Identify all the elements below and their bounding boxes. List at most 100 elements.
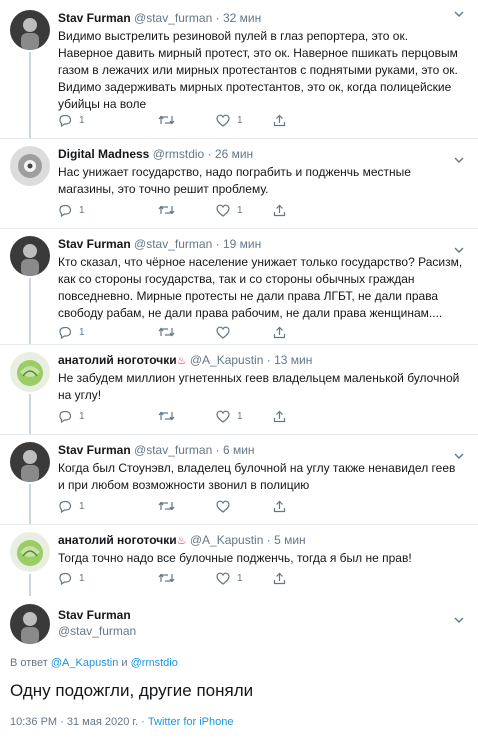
reply-count: 1 bbox=[79, 411, 85, 422]
like-icon bbox=[216, 114, 230, 127]
author-handle[interactable]: @stav_furman bbox=[134, 11, 212, 25]
timestamp[interactable]: 19 мин bbox=[223, 237, 261, 251]
author-handle[interactable]: @stav_furman bbox=[58, 624, 136, 638]
like-count: 1 bbox=[237, 573, 243, 584]
tweet-text: Нас унижает государство, надо пограбить … bbox=[58, 165, 411, 196]
share-button[interactable] bbox=[273, 410, 286, 423]
reply-count: 1 bbox=[79, 205, 85, 216]
timestamp[interactable]: 26 мин bbox=[215, 147, 253, 161]
tweet-datetime[interactable]: 10:36 PM · 31 мая 2020 г. · bbox=[10, 716, 145, 728]
reply-button[interactable]: 1 bbox=[58, 572, 85, 585]
avatar[interactable] bbox=[10, 352, 50, 392]
tweet-header: Stav Furman @stav_furman · 32 мин bbox=[58, 10, 261, 26]
retweet-button[interactable] bbox=[158, 326, 182, 338]
share-button[interactable] bbox=[273, 326, 286, 339]
reply-button[interactable]: 1 bbox=[58, 500, 85, 513]
tweet-header: анатолий ноготочки♨ @A_Kapustin · 13 мин bbox=[58, 352, 312, 369]
separator: · bbox=[215, 237, 220, 251]
mention-link[interactable]: @rmstdio bbox=[131, 657, 178, 669]
like-icon bbox=[216, 500, 230, 513]
reply-button[interactable]: 1 bbox=[58, 114, 85, 127]
author-handle[interactable]: @stav_furman bbox=[134, 443, 212, 457]
retweet-button[interactable] bbox=[158, 500, 182, 512]
share-icon bbox=[273, 204, 286, 217]
reply-button[interactable]: 1 bbox=[58, 410, 85, 423]
avatar[interactable] bbox=[10, 604, 50, 644]
tweet[interactable]: анатолий ноготочки♨ @A_Kapustin · 5 мин … bbox=[0, 524, 478, 596]
tweet-text: Когда был Стоунэвл, владелец булочной на… bbox=[58, 461, 456, 492]
share-button[interactable] bbox=[273, 114, 286, 127]
reply-button[interactable]: 1 bbox=[58, 204, 85, 217]
divider bbox=[0, 344, 478, 345]
author-name[interactable]: Stav Furman bbox=[58, 237, 131, 251]
reply-count: 1 bbox=[79, 501, 85, 512]
like-icon bbox=[216, 326, 230, 339]
separator: · bbox=[266, 533, 271, 547]
tweet-meta: 10:36 PM · 31 мая 2020 г. · Twitter for … bbox=[10, 716, 233, 728]
author-handle[interactable]: @A_Kapustin bbox=[190, 353, 264, 367]
like-button[interactable]: 1 bbox=[216, 114, 243, 127]
author-name[interactable]: Digital Madness bbox=[58, 147, 149, 161]
tweet-text: Видимо выстрелить резиновой пулей в глаз… bbox=[58, 29, 458, 111]
author-name[interactable]: Stav Furman bbox=[58, 608, 131, 622]
tweet[interactable]: анатолий ноготочки♨ @A_Kapustin · 13 мин… bbox=[0, 344, 478, 434]
main-tweet-text: Одну подожгли, другие поняли bbox=[10, 681, 254, 700]
tweet[interactable]: Stav Furman @stav_furman · 32 мин Видимо… bbox=[0, 0, 478, 138]
chevron-down-icon[interactable] bbox=[454, 610, 464, 628]
share-icon bbox=[273, 114, 286, 127]
author-handle[interactable]: @stav_furman bbox=[134, 237, 212, 251]
fire-emoji-icon: ♨ bbox=[176, 355, 187, 367]
author-name[interactable]: анатолий ноготочки bbox=[58, 533, 177, 547]
like-count: 1 bbox=[237, 411, 243, 422]
reply-count: 1 bbox=[79, 327, 85, 338]
tweet-actions: 1 1 bbox=[58, 114, 288, 130]
author-handle[interactable]: @rmstdio bbox=[153, 147, 205, 161]
author-handle[interactable]: @A_Kapustin bbox=[190, 533, 264, 547]
reply-count: 1 bbox=[79, 115, 85, 126]
author-name[interactable]: анатолий ноготочки bbox=[58, 353, 177, 367]
share-button[interactable] bbox=[273, 572, 286, 585]
share-button[interactable] bbox=[273, 500, 286, 513]
retweet-button[interactable] bbox=[158, 572, 182, 584]
author-name[interactable]: Stav Furman bbox=[58, 443, 131, 457]
fire-emoji-icon: ♨ bbox=[176, 535, 187, 547]
separator: · bbox=[215, 11, 220, 25]
like-button[interactable] bbox=[216, 326, 237, 339]
tweet-header: анатолий ноготочки♨ @A_Kapustin · 5 мин bbox=[58, 532, 306, 549]
like-icon bbox=[216, 410, 230, 423]
share-button[interactable] bbox=[273, 204, 286, 217]
avatar[interactable] bbox=[10, 236, 50, 276]
like-button[interactable] bbox=[216, 500, 237, 513]
avatar[interactable] bbox=[10, 146, 50, 186]
divider bbox=[0, 138, 478, 139]
avatar[interactable] bbox=[10, 10, 50, 50]
reply-button[interactable]: 1 bbox=[58, 326, 85, 339]
reply-icon bbox=[59, 410, 72, 423]
mention-link[interactable]: @A_Kapustin bbox=[51, 657, 118, 669]
timestamp[interactable]: 32 мин bbox=[223, 11, 261, 25]
like-button[interactable]: 1 bbox=[216, 204, 243, 217]
tweet-actions: 1 1 bbox=[58, 204, 288, 220]
tweet[interactable]: Stav Furman @stav_furman · 6 мин Когда б… bbox=[0, 434, 478, 524]
retweet-button[interactable] bbox=[158, 410, 182, 422]
like-count: 1 bbox=[237, 205, 243, 216]
tweet-source[interactable]: Twitter for iPhone bbox=[148, 716, 234, 728]
timestamp[interactable]: 13 мин bbox=[274, 353, 312, 367]
retweet-button[interactable] bbox=[158, 204, 182, 216]
avatar[interactable] bbox=[10, 532, 50, 572]
tweet-actions: 1 1 bbox=[58, 410, 288, 426]
like-icon bbox=[216, 204, 230, 217]
timestamp[interactable]: 5 мин bbox=[274, 533, 306, 547]
author-name[interactable]: Stav Furman bbox=[58, 11, 131, 25]
retweet-button[interactable] bbox=[158, 114, 182, 126]
chevron-down-icon[interactable] bbox=[454, 4, 464, 22]
reply-icon bbox=[59, 500, 72, 513]
share-icon bbox=[273, 326, 286, 339]
timestamp[interactable]: 6 мин bbox=[223, 443, 255, 457]
retweet-icon bbox=[158, 411, 175, 421]
avatar[interactable] bbox=[10, 442, 50, 482]
tweet[interactable]: Digital Madness @rmstdio · 26 мин Нас ун… bbox=[0, 138, 478, 228]
like-button[interactable]: 1 bbox=[216, 572, 243, 585]
tweet[interactable]: Stav Furman @stav_furman · 19 мин Кто ск… bbox=[0, 228, 478, 344]
like-button[interactable]: 1 bbox=[216, 410, 243, 423]
